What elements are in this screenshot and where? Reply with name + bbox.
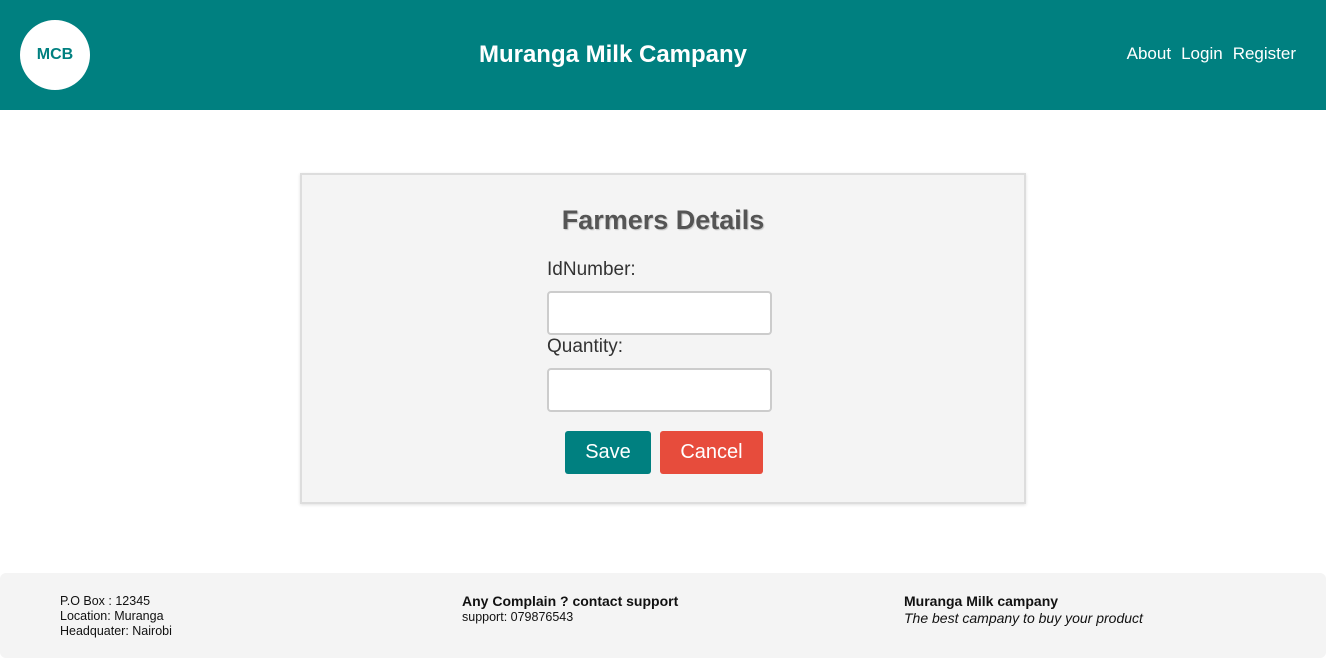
- footer-company-name: Muranga Milk campany: [904, 593, 1059, 609]
- footer-tagline: The best campany to buy your product: [904, 610, 1143, 626]
- main-nav: About Login Register: [1127, 44, 1296, 64]
- quantity-label: Quantity:: [547, 336, 624, 357]
- id-number-label: IdNumber:: [547, 259, 636, 280]
- cancel-button[interactable]: Cancel: [660, 431, 763, 474]
- nav-about-link[interactable]: About: [1127, 44, 1171, 64]
- footer-support: Any Complain ? contact support support: …: [462, 593, 678, 625]
- footer-headquarter: Headquater: Nairobi: [60, 624, 172, 638]
- form-title: Farmers Details: [561, 205, 765, 235]
- footer-po-box: P.O Box : 12345: [60, 594, 151, 608]
- quantity-input[interactable]: [547, 368, 772, 412]
- id-number-input[interactable]: [547, 291, 772, 335]
- nav-register-link[interactable]: Register: [1233, 44, 1296, 64]
- farmers-details-form: Farmers Details IdNumber: Quantity: Save…: [300, 173, 1026, 504]
- footer-location: Location: Muranga: [60, 609, 164, 623]
- site-footer: P.O Box : 12345 Location: Muranga Headqu…: [0, 573, 1326, 658]
- footer-support-phone: support: 079876543: [462, 610, 574, 624]
- nav-login-link[interactable]: Login: [1181, 44, 1223, 64]
- site-header: MCB Muranga Milk Campany About Login Reg…: [0, 0, 1326, 110]
- footer-company: Muranga Milk campany The best campany to…: [904, 593, 1143, 627]
- site-title: Muranga Milk Campany: [478, 41, 748, 68]
- footer-support-heading: Any Complain ? contact support: [462, 593, 679, 609]
- footer-address: P.O Box : 12345 Location: Muranga Headqu…: [60, 594, 172, 639]
- save-button[interactable]: Save: [565, 431, 651, 474]
